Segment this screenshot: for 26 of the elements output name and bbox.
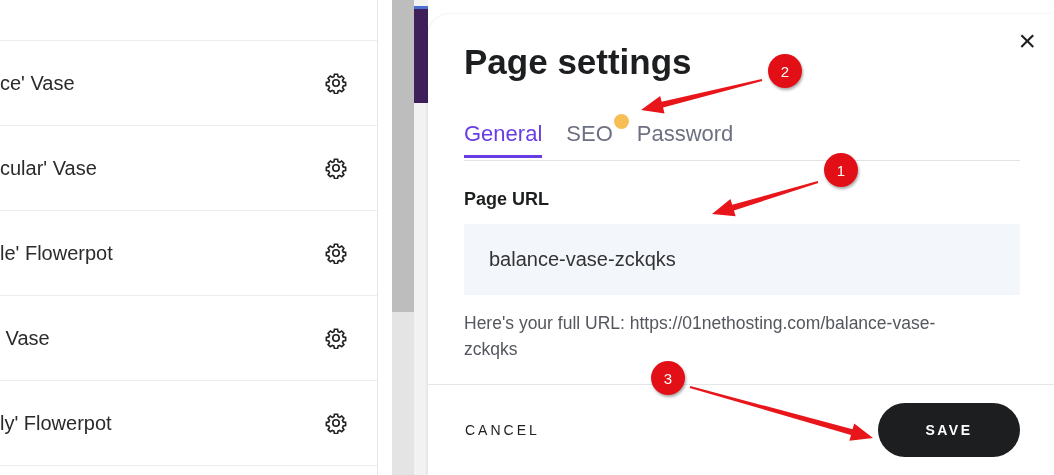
dialog-title: Page settings [464, 42, 692, 83]
page-row[interactable]: cular' Vase [0, 126, 377, 211]
page-row[interactable]: ly' Flowerpot [0, 381, 377, 466]
page-row[interactable]: Vase [0, 296, 377, 381]
settings-icon[interactable] [325, 157, 347, 179]
helper-text: Here's your full URL: https://01nethosting.com/balance-vase-zckqks [464, 312, 937, 361]
page-title: ce' Vase [0, 71, 75, 95]
tab[interactable]: General [464, 116, 543, 158]
tab[interactable]: SEO [566, 116, 613, 158]
page-title: ly' Flowerpot [0, 411, 112, 435]
page-row[interactable]: ce' Vase [0, 41, 377, 126]
page-title: Vase [4, 326, 50, 350]
scrollbar[interactable] [392, 0, 414, 475]
settings-icon[interactable] [325, 412, 347, 434]
settings-icon[interactable] [325, 72, 347, 94]
settings-icon[interactable] [325, 242, 347, 264]
close-button[interactable]: × [1014, 28, 1040, 54]
tab[interactable]: Password [636, 116, 734, 158]
cancel-button[interactable]: CANCEL [465, 422, 540, 438]
url-field[interactable]: balance-vase-zckqks [464, 224, 1020, 295]
field-label: Page URL [464, 189, 550, 210]
save-button[interactable]: SAVE [878, 403, 1020, 457]
settings-icon[interactable] [325, 327, 347, 349]
page-title: cular' Vase [0, 156, 97, 180]
page-title: le' Flowerpot [0, 241, 113, 265]
page-row[interactable]: le' Flowerpot [0, 211, 377, 296]
